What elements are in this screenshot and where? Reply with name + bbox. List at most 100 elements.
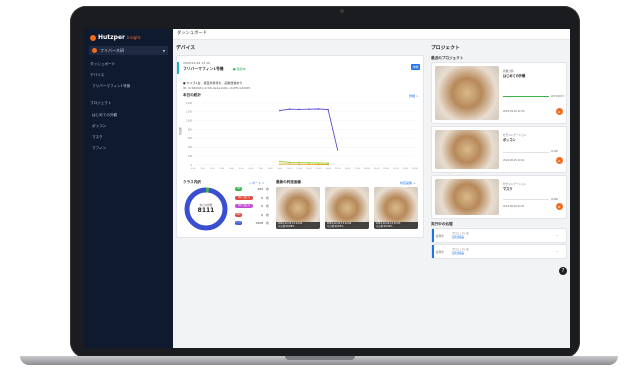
- device-note: ● カメラ1台、検査対象待ち、画像送信あり: [183, 81, 243, 85]
- sidebar-item-label: フリバーマフィン1号機: [92, 84, 131, 88]
- x-tick-label: 5:00: [239, 168, 244, 170]
- latest-image-2[interactable]: 2024-12-29 13:10:04 その他 99.83%: [325, 187, 369, 229]
- chart-detail-link[interactable]: 詳細 >: [409, 94, 418, 98]
- running-status: 処理中: [436, 235, 444, 238]
- help-button[interactable]: ?: [559, 267, 567, 275]
- series-line-2: [279, 161, 329, 164]
- device-detail-button[interactable]: 詳細: [411, 64, 420, 70]
- app-logo[interactable]: Hutzper Insight: [90, 34, 141, 41]
- project-progress-track: [503, 96, 549, 97]
- sidebar-item-project-1[interactable]: はじめての外観: [92, 113, 117, 118]
- latest-image-3[interactable]: 2024-12-29 13:10:03 その他 99.90%: [374, 187, 418, 229]
- running-accent: [432, 229, 434, 242]
- x-tick-label: 4:00: [229, 168, 234, 170]
- image-caption: 2024-12-29 13:10:04 その他 99.88%: [276, 222, 320, 229]
- class-count: 0: [261, 212, 263, 217]
- x-tick-label: 11:00: [296, 168, 302, 170]
- image-caption: 2024-12-29 13:10:03 その他 99.90%: [374, 222, 418, 229]
- data-point: [317, 162, 320, 164]
- running-project-name[interactable]: 自社製品: [452, 251, 464, 255]
- sidebar-item-label: はじめての外観: [92, 113, 118, 117]
- sidebar-item-project-2[interactable]: ボッコン: [92, 124, 106, 129]
- data-point: [279, 109, 281, 112]
- class-count: 183: [257, 187, 263, 191]
- caption-result: その他 99.83%: [327, 225, 344, 229]
- data-point: [288, 163, 291, 165]
- caption-result: その他 99.90%: [376, 225, 393, 229]
- sidebar-item-project-4[interactable]: マフィン: [92, 146, 106, 151]
- x-tick-label: 19:00: [374, 168, 380, 170]
- chevron-down-icon[interactable]: ⌄: [556, 233, 559, 237]
- sidebar-item-label: デバイス: [90, 73, 105, 77]
- running-accent: [432, 245, 434, 258]
- project-card[interactable]: 画像分類 はじめての外観 2072/2072 2024-09-02 22:30 ▸: [431, 62, 567, 124]
- project-progress-fill: [503, 96, 549, 97]
- running-status: 処理中: [436, 251, 444, 254]
- class-chip: NG (焦げ): [235, 204, 253, 208]
- class-unit: 枚: [266, 221, 270, 225]
- project-card[interactable]: セグメンテーション マスク 0/346 2024-06-05 09:21 ▸: [431, 175, 567, 219]
- sidebar-item-label: マフィン: [92, 146, 107, 150]
- device-card: 2024/12/29 13:10 フリバーマフィン1号機 ● 接続中 詳細 ● …: [176, 55, 424, 238]
- project-thumbnail: [435, 130, 499, 169]
- running-project-name[interactable]: 自社製品: [452, 235, 464, 239]
- series-line-1: [279, 108, 339, 151]
- data-point: [298, 163, 300, 166]
- x-tick-label: 1:00: [200, 168, 205, 170]
- chevron-down-icon[interactable]: ⌄: [556, 249, 559, 253]
- data-point: [279, 160, 281, 163]
- running-item-2[interactable]: 処理中 プロジェクト名 自社製品 ⌄: [431, 244, 567, 259]
- sidebar-item-device-1[interactable]: フリバーマフィン1号機: [92, 84, 130, 89]
- x-tick-label: 7:00: [258, 168, 263, 170]
- y-tick-label: 200: [188, 155, 193, 158]
- sidebar-item-label: ボッコン: [92, 124, 107, 128]
- project-progress-track: [503, 199, 549, 201]
- y-tick-label: 1,400: [186, 102, 193, 105]
- x-tick-label: 20:00: [383, 168, 389, 170]
- data-point: [327, 163, 329, 166]
- sidebar-item-projects[interactable]: プロジェクト: [90, 101, 112, 106]
- org-switcher[interactable]: フリバーネ研 ▼: [89, 46, 168, 55]
- main-content: ダッシュボード デバイス プロジェクト 2024/12/29 13:10 フリバ…: [173, 29, 570, 348]
- recent-projects-title: 最近のプロジェクト: [431, 56, 464, 60]
- class-count: 7928: [255, 221, 263, 225]
- webcam: [340, 9, 344, 13]
- sidebar-item-label: ダッシュボード: [90, 62, 116, 66]
- sidebar-item-dashboard[interactable]: ダッシュボード: [90, 62, 115, 67]
- x-tick-label: 17:00: [354, 168, 360, 170]
- latest-images-link[interactable]: 判定画像 >: [400, 181, 415, 185]
- sidebar-item-project-3[interactable]: マスク: [92, 135, 103, 140]
- play-icon[interactable]: ▸: [556, 108, 563, 115]
- logo-icon: [90, 34, 96, 41]
- class-unit: 枚: [266, 212, 270, 217]
- org-name: フリバーネ研: [100, 47, 124, 53]
- x-tick-label: 6:00: [249, 168, 254, 170]
- project-name: ボッコン: [503, 138, 516, 142]
- play-icon[interactable]: ▸: [556, 157, 563, 164]
- x-tick-label: 8:00: [268, 168, 273, 170]
- class-chip: その他: [235, 221, 242, 228]
- data-point: [308, 161, 310, 164]
- device-name[interactable]: フリバーマフィン1号機: [183, 66, 224, 72]
- x-tick-label: 0:00: [191, 168, 196, 170]
- device-status: ● 接続中: [233, 67, 246, 71]
- latest-image-1[interactable]: 2024-12-29 13:10:04 その他 99.88%: [276, 187, 320, 229]
- project-name: はじめての外観: [503, 74, 526, 78]
- x-tick-label: 14:00: [325, 168, 331, 170]
- devices-section-title: デバイス: [176, 46, 196, 51]
- running-item-1[interactable]: 処理中 プロジェクト名 自社製品 ⌄: [431, 228, 567, 243]
- y-tick-label: 400: [188, 146, 193, 149]
- class-report-link[interactable]: レポート >: [249, 181, 264, 185]
- class-unit: 枚: [266, 204, 270, 208]
- device-accent-bar: [177, 62, 179, 74]
- project-date: 2024-06-05 10:21: [503, 159, 525, 162]
- play-icon[interactable]: ▸: [556, 203, 563, 210]
- data-point: [288, 108, 291, 110]
- chevron-down-icon: ▼: [162, 48, 165, 53]
- sidebar-item-devices[interactable]: デバイス: [90, 73, 104, 78]
- project-progress-track: [503, 151, 549, 153]
- x-tick-label: 22:00: [402, 168, 408, 170]
- project-count: 0/140: [551, 150, 558, 154]
- project-card[interactable]: セグメンテーション ボッコン 0/140 2024-06-05 10:21 ▸: [431, 126, 567, 173]
- data-point: [308, 108, 310, 110]
